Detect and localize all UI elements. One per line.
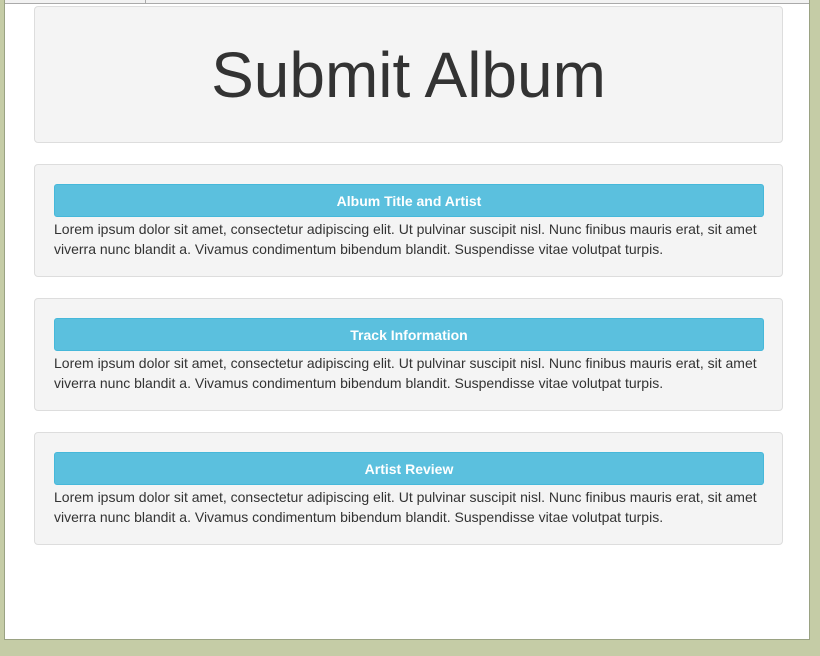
top-strip: [5, 0, 809, 4]
section-track-information: Track Information Lorem ipsum dolor sit …: [34, 298, 783, 411]
top-strip-divider: [145, 0, 146, 4]
page-header: Submit Album: [34, 6, 783, 143]
section-album-title-artist: Album Title and Artist Lorem ipsum dolor…: [34, 164, 783, 277]
page-title: Submit Album: [211, 38, 606, 111]
section-description: Lorem ipsum dolor sit amet, consectetur …: [54, 489, 757, 525]
album-title-artist-button[interactable]: Album Title and Artist: [54, 184, 764, 217]
artist-review-button[interactable]: Artist Review: [54, 452, 764, 485]
section-artist-review: Artist Review Lorem ipsum dolor sit amet…: [34, 432, 783, 545]
section-description: Lorem ipsum dolor sit amet, consectetur …: [54, 355, 757, 391]
section-description: Lorem ipsum dolor sit amet, consectetur …: [54, 221, 757, 257]
track-information-button[interactable]: Track Information: [54, 318, 764, 351]
browser-viewport: Submit Album Album Title and Artist Lore…: [4, 0, 810, 640]
